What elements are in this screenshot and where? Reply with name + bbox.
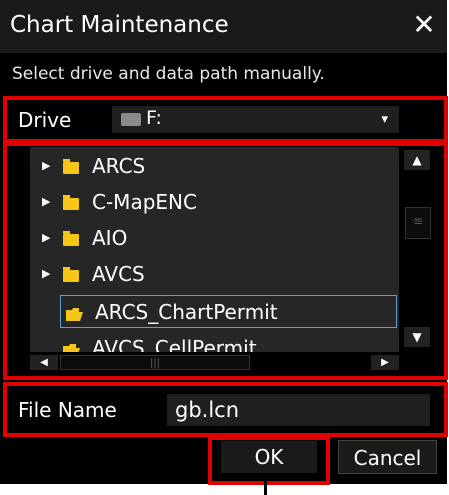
scroll-thumb-horizontal[interactable]: ||| (60, 355, 250, 370)
folder-tree: ▶ ARCS ▶ C-MapENC ▶ AIO ▶ AVCS ARCS_Char… (30, 147, 399, 352)
drive-value: F: (146, 107, 162, 129)
tree-node-arcs-chartpermit[interactable]: ARCS_ChartPermit (60, 295, 397, 328)
chart-maintenance-dialog: Chart Maintenance ✕ Select drive and dat… (0, 0, 448, 485)
tree-node-arcs[interactable]: ▶ ARCS (30, 150, 399, 183)
scroll-thumb[interactable]: ≡ (405, 207, 431, 239)
ok-button[interactable]: OK (221, 441, 317, 473)
tree-gutter (7, 147, 30, 352)
scroll-left-icon[interactable]: ◀ (30, 355, 58, 370)
cancel-button[interactable]: Cancel (338, 440, 437, 474)
instruction-text: Select drive and data path manually. (12, 64, 325, 84)
folder-icon (63, 195, 79, 210)
drive-select[interactable]: F: ▾ (112, 106, 399, 133)
tree-node-label: ARCS (92, 154, 146, 178)
tree-node-aio[interactable]: ▶ AIO (30, 222, 399, 255)
tree-node-avcs-cellpermit[interactable]: AVCS_CellPermit (30, 332, 399, 352)
expand-arrow-icon[interactable]: ▶ (42, 159, 50, 172)
file-name-input[interactable] (167, 394, 430, 426)
tree-node-label: AVCS_CellPermit (92, 336, 257, 352)
vertical-scrollbar[interactable]: ▲ ≡ ▼ (401, 147, 434, 352)
tree-node-label: C-MapENC (92, 190, 197, 214)
close-icon[interactable]: ✕ (409, 10, 439, 40)
scroll-right-icon[interactable]: ▶ (371, 355, 399, 370)
drive-label: Drive (18, 108, 72, 132)
file-name-label: File Name (18, 398, 117, 422)
title-bar: Chart Maintenance ✕ (0, 0, 447, 53)
tree-node-label: AIO (92, 226, 128, 250)
scroll-down-icon[interactable]: ▼ (404, 327, 430, 347)
open-folder-icon (66, 308, 83, 321)
folder-icon (63, 231, 79, 246)
open-folder-icon (63, 344, 80, 352)
folder-icon (63, 267, 79, 282)
tree-node-c-mapenc[interactable]: ▶ C-MapENC (30, 186, 399, 219)
expand-arrow-icon[interactable]: ▶ (42, 267, 50, 280)
expand-arrow-icon[interactable]: ▶ (42, 231, 50, 244)
tree-node-avcs[interactable]: ▶ AVCS (30, 258, 399, 291)
folder-icon (63, 159, 79, 174)
chevron-down-icon[interactable]: ▾ (381, 112, 388, 127)
tree-node-label: AVCS (92, 262, 145, 286)
horizontal-scrollbar[interactable]: ◀ ||| ▶ (30, 352, 399, 372)
scroll-up-icon[interactable]: ▲ (404, 150, 430, 170)
expand-arrow-icon[interactable]: ▶ (42, 195, 50, 208)
dialog-title: Chart Maintenance (10, 12, 229, 38)
tree-node-label: ARCS_ChartPermit (95, 300, 278, 324)
drive-icon (121, 113, 141, 126)
callout-line (264, 481, 267, 495)
